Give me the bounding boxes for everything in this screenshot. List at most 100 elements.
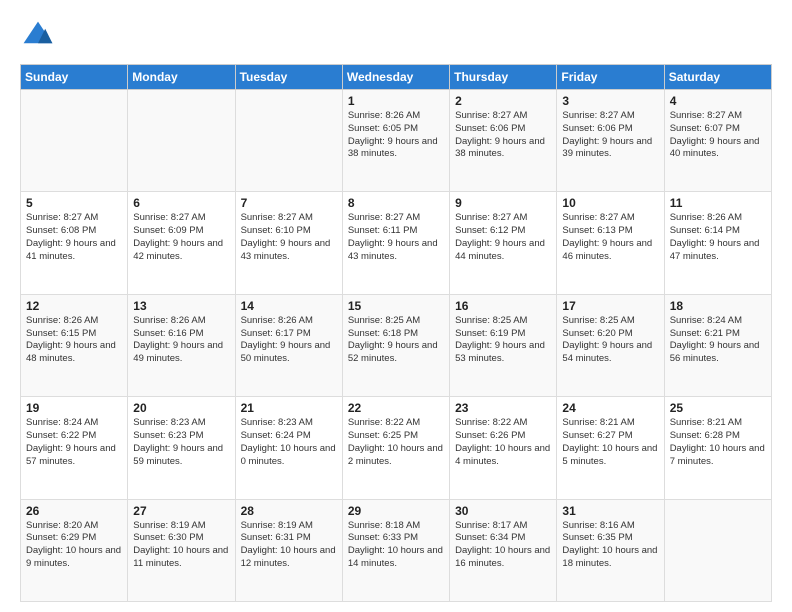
- calendar-cell: 25 Sunrise: 8:21 AM Sunset: 6:28 PM Dayli…: [664, 397, 771, 499]
- day-info: Sunrise: 8:20 AM Sunset: 6:29 PM Dayligh…: [26, 520, 122, 571]
- day-number: 12: [26, 299, 122, 313]
- header-day-friday: Friday: [557, 65, 664, 90]
- calendar-cell: 27 Sunrise: 8:19 AM Sunset: 6:30 PM Dayli…: [128, 499, 235, 601]
- calendar-cell: 22 Sunrise: 8:22 AM Sunset: 6:25 PM Dayli…: [342, 397, 449, 499]
- calendar-cell: 14Sunrise: 8:26 AM Sunset: 6:17 PM Dayli…: [235, 294, 342, 396]
- day-info: Sunrise: 8:18 AM Sunset: 6:33 PM Dayligh…: [348, 520, 444, 571]
- day-number: 4: [670, 94, 766, 108]
- calendar-cell: 24Sunrise: 8:21 AM Sunset: 6:27 PM Dayli…: [557, 397, 664, 499]
- day-info: Sunrise: 8:27 AM Sunset: 6:06 PM Dayligh…: [562, 110, 658, 161]
- calendar-cell: 16 Sunrise: 8:25 AM Sunset: 6:19 PM Dayli…: [450, 294, 557, 396]
- calendar-cell: [21, 90, 128, 192]
- header: [20, 18, 772, 54]
- calendar-cell: 8 Sunrise: 8:27 AM Sunset: 6:11 PM Daylig…: [342, 192, 449, 294]
- day-number: 25: [670, 401, 766, 415]
- day-info: Sunrise: 8:26 AM Sunset: 6:16 PM Dayligh…: [133, 315, 229, 366]
- day-number: 19: [26, 401, 122, 415]
- day-number: 6: [133, 196, 229, 210]
- calendar-cell: 13 Sunrise: 8:26 AM Sunset: 6:16 PM Dayli…: [128, 294, 235, 396]
- day-number: 7: [241, 196, 337, 210]
- day-number: 15: [348, 299, 444, 313]
- day-number: 10: [562, 196, 658, 210]
- day-info: Sunrise: 8:27 AM Sunset: 6:13 PM Dayligh…: [562, 212, 658, 263]
- calendar-cell: 6 Sunrise: 8:27 AM Sunset: 6:09 PM Daylig…: [128, 192, 235, 294]
- day-number: 20: [133, 401, 229, 415]
- calendar-table: SundayMondayTuesdayWednesdayThursdayFrid…: [20, 64, 772, 602]
- header-day-monday: Monday: [128, 65, 235, 90]
- day-info: Sunrise: 8:25 AM Sunset: 6:18 PM Dayligh…: [348, 315, 444, 366]
- day-number: 22: [348, 401, 444, 415]
- calendar-cell: 9 Sunrise: 8:27 AM Sunset: 6:12 PM Daylig…: [450, 192, 557, 294]
- day-number: 29: [348, 504, 444, 518]
- week-row-0: 1Sunrise: 8:26 AM Sunset: 6:05 PM Daylig…: [21, 90, 772, 192]
- day-info: Sunrise: 8:25 AM Sunset: 6:20 PM Dayligh…: [562, 315, 658, 366]
- day-info: Sunrise: 8:19 AM Sunset: 6:30 PM Dayligh…: [133, 520, 229, 571]
- day-info: Sunrise: 8:27 AM Sunset: 6:07 PM Dayligh…: [670, 110, 766, 161]
- calendar-cell: 10 Sunrise: 8:27 AM Sunset: 6:13 PM Dayli…: [557, 192, 664, 294]
- calendar-cell: [664, 499, 771, 601]
- day-info: Sunrise: 8:27 AM Sunset: 6:12 PM Dayligh…: [455, 212, 551, 263]
- calendar-cell: 11 Sunrise: 8:26 AM Sunset: 6:14 PM Dayli…: [664, 192, 771, 294]
- day-number: 8: [348, 196, 444, 210]
- day-info: Sunrise: 8:26 AM Sunset: 6:15 PM Dayligh…: [26, 315, 122, 366]
- day-number: 27: [133, 504, 229, 518]
- day-number: 21: [241, 401, 337, 415]
- day-info: Sunrise: 8:17 AM Sunset: 6:34 PM Dayligh…: [455, 520, 551, 571]
- calendar-cell: 29 Sunrise: 8:18 AM Sunset: 6:33 PM Dayli…: [342, 499, 449, 601]
- day-number: 23: [455, 401, 551, 415]
- header-day-tuesday: Tuesday: [235, 65, 342, 90]
- day-info: Sunrise: 8:24 AM Sunset: 6:22 PM Dayligh…: [26, 417, 122, 468]
- calendar-cell: 28Sunrise: 8:19 AM Sunset: 6:31 PM Dayli…: [235, 499, 342, 601]
- day-number: 3: [562, 94, 658, 108]
- calendar-cell: 30 Sunrise: 8:17 AM Sunset: 6:34 PM Dayli…: [450, 499, 557, 601]
- calendar-cell: 3 Sunrise: 8:27 AM Sunset: 6:06 PM Daylig…: [557, 90, 664, 192]
- calendar-cell: 1Sunrise: 8:26 AM Sunset: 6:05 PM Daylig…: [342, 90, 449, 192]
- header-day-wednesday: Wednesday: [342, 65, 449, 90]
- day-info: Sunrise: 8:22 AM Sunset: 6:26 PM Dayligh…: [455, 417, 551, 468]
- day-number: 16: [455, 299, 551, 313]
- day-info: Sunrise: 8:27 AM Sunset: 6:09 PM Dayligh…: [133, 212, 229, 263]
- calendar-cell: 18 Sunrise: 8:24 AM Sunset: 6:21 PM Dayli…: [664, 294, 771, 396]
- day-number: 5: [26, 196, 122, 210]
- calendar-cell: 7 Sunrise: 8:27 AM Sunset: 6:10 PM Daylig…: [235, 192, 342, 294]
- calendar-cell: 20Sunrise: 8:23 AM Sunset: 6:23 PM Dayli…: [128, 397, 235, 499]
- week-row-2: 12 Sunrise: 8:26 AM Sunset: 6:15 PM Dayli…: [21, 294, 772, 396]
- calendar-cell: 21Sunrise: 8:23 AM Sunset: 6:24 PM Dayli…: [235, 397, 342, 499]
- day-number: 14: [241, 299, 337, 313]
- day-info: Sunrise: 8:27 AM Sunset: 6:06 PM Dayligh…: [455, 110, 551, 161]
- day-number: 13: [133, 299, 229, 313]
- calendar-cell: 17Sunrise: 8:25 AM Sunset: 6:20 PM Dayli…: [557, 294, 664, 396]
- day-number: 2: [455, 94, 551, 108]
- day-info: Sunrise: 8:24 AM Sunset: 6:21 PM Dayligh…: [670, 315, 766, 366]
- day-info: Sunrise: 8:25 AM Sunset: 6:19 PM Dayligh…: [455, 315, 551, 366]
- day-number: 26: [26, 504, 122, 518]
- day-number: 11: [670, 196, 766, 210]
- header-day-thursday: Thursday: [450, 65, 557, 90]
- day-info: Sunrise: 8:16 AM Sunset: 6:35 PM Dayligh…: [562, 520, 658, 571]
- day-number: 28: [241, 504, 337, 518]
- calendar-cell: 12 Sunrise: 8:26 AM Sunset: 6:15 PM Dayli…: [21, 294, 128, 396]
- header-day-saturday: Saturday: [664, 65, 771, 90]
- day-info: Sunrise: 8:27 AM Sunset: 6:10 PM Dayligh…: [241, 212, 337, 263]
- day-info: Sunrise: 8:22 AM Sunset: 6:25 PM Dayligh…: [348, 417, 444, 468]
- day-info: Sunrise: 8:21 AM Sunset: 6:28 PM Dayligh…: [670, 417, 766, 468]
- week-row-4: 26 Sunrise: 8:20 AM Sunset: 6:29 PM Dayli…: [21, 499, 772, 601]
- calendar-cell: 26 Sunrise: 8:20 AM Sunset: 6:29 PM Dayli…: [21, 499, 128, 601]
- day-number: 30: [455, 504, 551, 518]
- logo: [20, 18, 60, 54]
- day-number: 9: [455, 196, 551, 210]
- day-info: Sunrise: 8:26 AM Sunset: 6:05 PM Dayligh…: [348, 110, 444, 161]
- calendar-header-row: SundayMondayTuesdayWednesdayThursdayFrid…: [21, 65, 772, 90]
- day-info: Sunrise: 8:26 AM Sunset: 6:14 PM Dayligh…: [670, 212, 766, 263]
- day-number: 18: [670, 299, 766, 313]
- day-number: 31: [562, 504, 658, 518]
- calendar-cell: 31 Sunrise: 8:16 AM Sunset: 6:35 PM Dayli…: [557, 499, 664, 601]
- day-info: Sunrise: 8:27 AM Sunset: 6:11 PM Dayligh…: [348, 212, 444, 263]
- calendar-cell: 19 Sunrise: 8:24 AM Sunset: 6:22 PM Dayli…: [21, 397, 128, 499]
- week-row-1: 5Sunrise: 8:27 AM Sunset: 6:08 PM Daylig…: [21, 192, 772, 294]
- header-day-sunday: Sunday: [21, 65, 128, 90]
- week-row-3: 19 Sunrise: 8:24 AM Sunset: 6:22 PM Dayli…: [21, 397, 772, 499]
- calendar-cell: 5Sunrise: 8:27 AM Sunset: 6:08 PM Daylig…: [21, 192, 128, 294]
- calendar-cell: 15 Sunrise: 8:25 AM Sunset: 6:18 PM Dayli…: [342, 294, 449, 396]
- page: SundayMondayTuesdayWednesdayThursdayFrid…: [0, 0, 792, 612]
